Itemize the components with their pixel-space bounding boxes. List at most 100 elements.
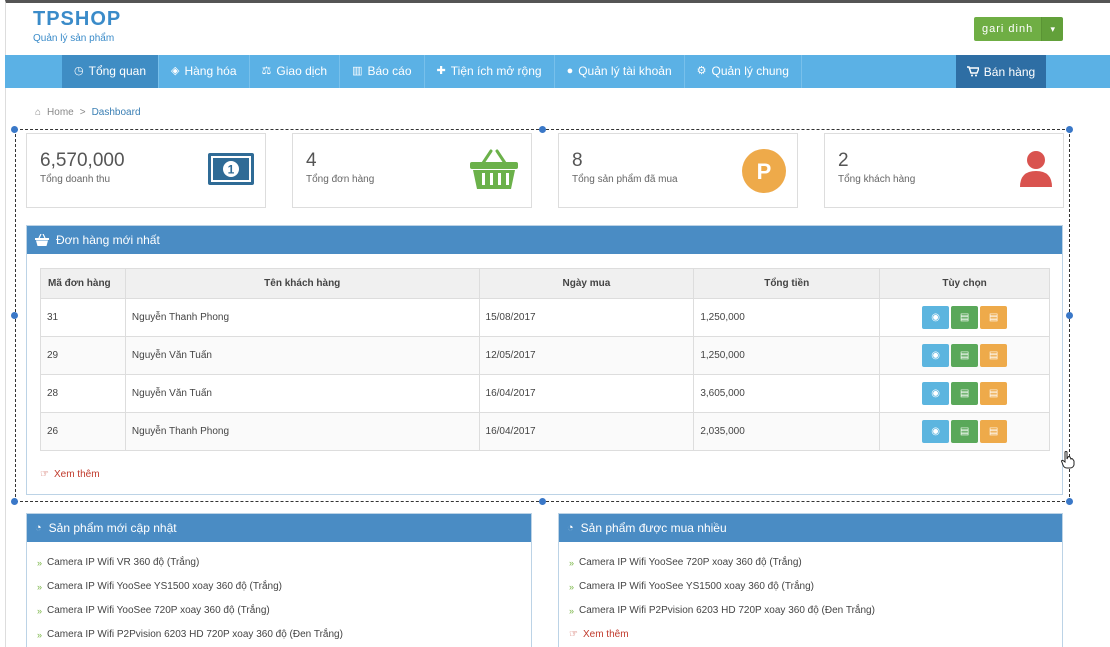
brand[interactable]: TPSHOP Quản lý sản phẩm bbox=[33, 8, 121, 44]
product-link[interactable]: Camera IP Wifi YooSee YS1500 xoay 360 độ… bbox=[579, 575, 814, 599]
brand-title[interactable]: TPSHOP bbox=[33, 8, 121, 31]
basket-icon bbox=[470, 149, 518, 189]
sell-button[interactable]: Bán hàng bbox=[956, 55, 1046, 88]
home-icon: ⌂ bbox=[35, 107, 42, 118]
view-button[interactable]: ◉ bbox=[922, 306, 950, 329]
resize-handle[interactable] bbox=[1066, 498, 1073, 505]
nav-item-products[interactable]: ◈ Hàng hóa bbox=[159, 55, 250, 88]
nav-item-extensions[interactable]: ✚ Tiện ích mở rộng bbox=[425, 55, 555, 88]
column-header[interactable]: Tên khách hàng bbox=[124, 268, 480, 299]
stat-label: Tổng khách hàng bbox=[838, 174, 916, 185]
stat-card-products: 8 Tổng sản phẩm đã mua P bbox=[558, 133, 798, 208]
order-id: 29 bbox=[40, 336, 126, 375]
list-item[interactable]: » Camera IP Wifi YooSee YS1500 xoay 360 đ… bbox=[37, 575, 343, 599]
stat-label: Tổng sản phẩm đã mua bbox=[572, 174, 678, 185]
nav-item-reports[interactable]: ▥ Báo cáo bbox=[340, 55, 425, 88]
table-row: 31 Nguyễn Thanh Phong 15/08/2017 1,250,0… bbox=[40, 298, 1050, 337]
stat-value: 6,570,000 bbox=[40, 150, 125, 171]
resize-handle[interactable] bbox=[539, 126, 546, 133]
eye-icon: ◉ bbox=[931, 312, 940, 323]
product-link[interactable]: Camera IP Wifi VR 360 độ (Trắng) bbox=[47, 551, 199, 575]
product-link[interactable]: Camera IP Wifi YooSee 720P xoay 360 độ (… bbox=[579, 551, 802, 575]
product-link[interactable]: Camera IP Wifi P2Pvision 6203 HD 720P xo… bbox=[47, 623, 343, 647]
stat-card-customers: 2 Tổng khách hàng bbox=[824, 133, 1064, 208]
table-row: 29 Nguyễn Văn Tuấn 12/05/2017 1,250,000 … bbox=[40, 336, 1050, 375]
resize-handle[interactable] bbox=[11, 312, 18, 319]
order-date: 12/05/2017 bbox=[478, 336, 695, 375]
view-more-label: Xem thêm bbox=[53, 469, 100, 480]
row-actions: ◉ ▤ ▤ bbox=[879, 336, 1050, 375]
nav-item-accounts[interactable]: ● Quản lý tài khoản bbox=[555, 55, 685, 88]
print-invoice-button[interactable]: ▤ bbox=[980, 344, 1008, 367]
customer-name: Nguyễn Văn Tuấn bbox=[124, 336, 480, 375]
column-header[interactable]: Ngày mua bbox=[478, 268, 695, 299]
resize-handle[interactable] bbox=[11, 126, 18, 133]
column-header[interactable]: Mã đơn hàng bbox=[40, 268, 126, 299]
table-row: 26 Nguyễn Thanh Phong 16/04/2017 2,035,0… bbox=[40, 412, 1050, 451]
column-header[interactable]: Tổng tiền bbox=[693, 268, 881, 299]
eye-icon: ◉ bbox=[931, 426, 940, 437]
nav-item-settings[interactable]: ⚙ Quản lý chung bbox=[685, 55, 802, 88]
nav-item-overview[interactable]: ◷ Tổng quan bbox=[62, 55, 159, 88]
printer-icon: ▤ bbox=[988, 312, 999, 323]
chevron-right-icon: » bbox=[569, 582, 575, 592]
print-invoice-button[interactable]: ▤ bbox=[980, 306, 1008, 329]
eye-icon: ◉ bbox=[931, 350, 940, 361]
list-item[interactable]: » Camera IP Wifi VR 360 độ (Trắng) bbox=[37, 551, 343, 575]
breadcrumb-home[interactable]: Home bbox=[47, 107, 74, 118]
print-invoice-button[interactable]: ▤ bbox=[980, 420, 1008, 443]
view-more-popular-link[interactable]: ☞ Xem thêm bbox=[569, 623, 875, 647]
list-item[interactable]: » Camera IP Wifi P2Pvision 6203 HD 720P x… bbox=[37, 623, 343, 647]
panel-header: ◔ Sản phẩm được mua nhiều bbox=[559, 514, 1062, 542]
chevron-down-icon[interactable]: ▾ bbox=[1041, 17, 1064, 41]
print-button[interactable]: ▤ bbox=[951, 382, 979, 405]
order-total: 1,250,000 bbox=[693, 298, 881, 337]
resize-handle[interactable] bbox=[11, 498, 18, 505]
view-button[interactable]: ◉ bbox=[922, 420, 950, 443]
resize-handle[interactable] bbox=[539, 498, 546, 505]
printer-icon: ▤ bbox=[988, 350, 999, 361]
order-id: 26 bbox=[40, 412, 126, 451]
list-item[interactable]: » Camera IP Wifi YooSee 720P xoay 360 độ … bbox=[37, 599, 343, 623]
nav-item-transactions[interactable]: ⚖ Giao dịch bbox=[250, 55, 341, 88]
cart-icon bbox=[966, 66, 979, 77]
print-button[interactable]: ▤ bbox=[951, 344, 979, 367]
print-button[interactable]: ▤ bbox=[951, 306, 979, 329]
view-more-orders-link[interactable]: ☞ Xem thêm bbox=[40, 469, 100, 480]
view-button[interactable]: ◉ bbox=[922, 382, 950, 405]
user-menu-button[interactable]: gari dinh ▾ bbox=[974, 17, 1064, 41]
view-button[interactable]: ◉ bbox=[922, 344, 950, 367]
row-actions: ◉ ▤ ▤ bbox=[879, 374, 1050, 413]
resize-handle[interactable] bbox=[1066, 126, 1073, 133]
print-button[interactable]: ▤ bbox=[951, 420, 979, 443]
hand-pointer-icon: ☞ bbox=[569, 629, 578, 640]
stat-value: 4 bbox=[306, 150, 317, 171]
rss-icon: ◔ bbox=[567, 522, 574, 534]
svg-text:1: 1 bbox=[228, 163, 235, 177]
panel-header: ◔ Sản phẩm mới cập nhật bbox=[27, 514, 531, 542]
list-item[interactable]: » Camera IP Wifi YooSee 720P xoay 360 độ … bbox=[569, 551, 875, 575]
nav-label: Tiện ích mở rộng bbox=[450, 64, 542, 78]
order-date: 15/08/2017 bbox=[478, 298, 695, 337]
order-date: 16/04/2017 bbox=[478, 374, 695, 413]
order-total: 3,605,000 bbox=[693, 374, 881, 413]
product-link[interactable]: Camera IP Wifi YooSee 720P xoay 360 độ (… bbox=[47, 599, 270, 623]
nav-label: Giao dịch bbox=[276, 64, 328, 78]
product-link[interactable]: Camera IP Wifi YooSee YS1500 xoay 360 độ… bbox=[47, 575, 282, 599]
nav-label: Báo cáo bbox=[367, 64, 412, 78]
order-date: 16/04/2017 bbox=[478, 412, 695, 451]
nav-label: Hàng hóa bbox=[184, 64, 237, 78]
main-navbar: ◷ Tổng quan ◈ Hàng hóa ⚖ Giao dịch ▥ Báo cáo… bbox=[5, 55, 1110, 88]
customer-name: Nguyễn Thanh Phong bbox=[124, 412, 480, 451]
puzzle-icon: ✚ bbox=[436, 65, 446, 77]
resize-handle[interactable] bbox=[1066, 312, 1073, 319]
user-name[interactable]: gari dinh bbox=[974, 17, 1042, 41]
chevron-right-icon: » bbox=[37, 630, 43, 640]
orders-table: Mã đơn hàng Tên khách hàng Ngày mua Tổng… bbox=[40, 268, 1050, 451]
list-item[interactable]: » Camera IP Wifi YooSee YS1500 xoay 360 đ… bbox=[569, 575, 875, 599]
brand-subtitle: Quản lý sản phẩm bbox=[33, 33, 115, 44]
print-invoice-button[interactable]: ▤ bbox=[980, 382, 1008, 405]
list-item[interactable]: » Camera IP Wifi P2Pvision 6203 HD 720P x… bbox=[569, 599, 875, 623]
product-link[interactable]: Camera IP Wifi P2Pvision 6203 HD 720P xo… bbox=[579, 599, 875, 623]
column-header: Tùy chọn bbox=[879, 268, 1050, 299]
